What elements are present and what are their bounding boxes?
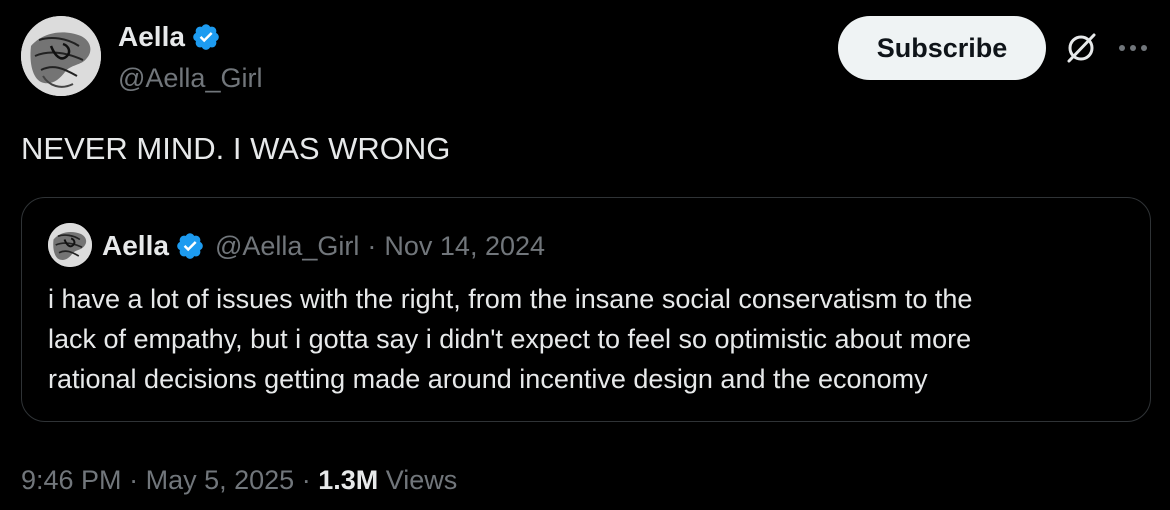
quoted-tweet-date: Nov 14, 2024 (384, 230, 546, 261)
more-icon[interactable] (1116, 36, 1150, 60)
author-name[interactable]: Aella (118, 19, 185, 55)
tweet-meta: 9:46 PM · May 5, 2025 · 1.3M Views (21, 460, 457, 500)
subscribe-button[interactable]: Subscribe (838, 16, 1046, 80)
quoted-text-line: lack of empathy, but i gotta say i didn'… (48, 324, 972, 354)
meta-separator: · (129, 465, 139, 495)
quoted-tweet-header: Aella @Aella_Girl · Nov 14, 2024 (102, 228, 545, 264)
grok-icon[interactable] (1063, 30, 1099, 66)
quoted-tweet-text: i have a lot of issues with the right, f… (48, 279, 1138, 399)
quoted-author-name: Aella (102, 230, 169, 261)
meta-separator: · (301, 465, 311, 495)
verified-badge-icon (193, 24, 219, 50)
quoted-text-line: i have a lot of issues with the right, f… (48, 284, 973, 314)
tweet-time[interactable]: 9:46 PM (21, 465, 122, 495)
tweet-date[interactable]: May 5, 2025 (146, 465, 295, 495)
quoted-header-separator: · (367, 230, 377, 261)
quoted-tweet-card[interactable]: Aella @Aella_Girl · Nov 14, 2024 i have … (21, 197, 1151, 422)
tweet-text: NEVER MIND. I WAS WRONG (21, 131, 451, 166)
author-avatar[interactable] (21, 16, 101, 96)
views-label: Views (385, 465, 458, 495)
verified-badge-icon (177, 233, 203, 259)
quoted-author-handle: @Aella_Girl (214, 230, 360, 261)
quoted-author-avatar (48, 223, 92, 267)
author-name-row[interactable]: Aella (118, 19, 221, 55)
quoted-text-line: rational decisions getting made around i… (48, 364, 928, 394)
views-count: 1.3M (318, 465, 379, 495)
author-handle[interactable]: @Aella_Girl (118, 60, 262, 96)
